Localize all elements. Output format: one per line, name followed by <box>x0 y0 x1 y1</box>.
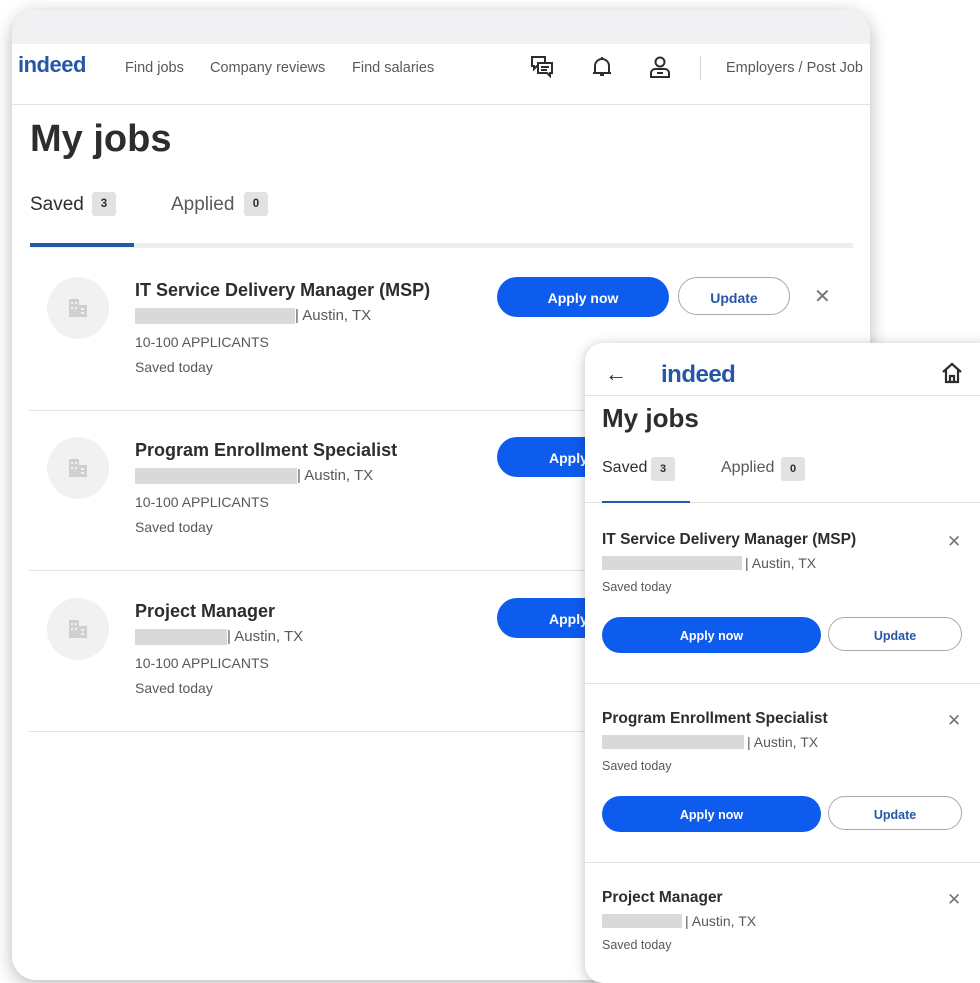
applicant-count: 10-100 APPLICANTS <box>135 334 269 350</box>
company-name-redacted <box>135 468 297 484</box>
applicant-count: 10-100 APPLICANTS <box>135 655 269 671</box>
job-title[interactable]: Project Manager <box>602 889 723 907</box>
tab-applied[interactable]: Applied <box>721 459 774 477</box>
close-icon[interactable]: ✕ <box>947 532 961 552</box>
applied-count-badge: 0 <box>781 457 805 481</box>
apply-now-button[interactable]: Apply now <box>602 617 821 653</box>
update-button[interactable]: Update <box>828 796 962 830</box>
nav-employers-post-job[interactable]: Employers / Post Job <box>726 60 863 76</box>
saved-date: Saved today <box>135 359 213 375</box>
bell-icon[interactable] <box>589 54 615 80</box>
nav-find-jobs[interactable]: Find jobs <box>125 60 184 76</box>
tab-applied[interactable]: Applied <box>171 194 234 216</box>
saved-count-badge: 3 <box>651 457 675 481</box>
job-card[interactable]: Project Manager ✕ | Austin, TX Saved tod… <box>585 862 980 983</box>
job-card[interactable]: IT Service Delivery Manager (MSP) ✕ | Au… <box>585 503 980 684</box>
browser-chrome-bar <box>12 10 870 44</box>
building-icon <box>69 620 87 638</box>
messages-icon[interactable] <box>529 54 555 80</box>
saved-date: Saved today <box>602 580 672 594</box>
job-card[interactable]: Program Enrollment Specialist ✕ | Austin… <box>585 683 980 863</box>
close-icon[interactable]: ✕ <box>947 711 961 731</box>
saved-date: Saved today <box>135 519 213 535</box>
job-location: | Austin, TX <box>297 467 374 484</box>
job-title[interactable]: Project Manager <box>135 601 275 622</box>
building-icon <box>69 299 87 317</box>
job-title[interactable]: Program Enrollment Specialist <box>602 710 828 728</box>
mobile-header: ← indeed <box>585 343 980 396</box>
tab-saved[interactable]: Saved <box>30 194 84 216</box>
job-location: | Austin, TX <box>747 734 819 750</box>
nav-divider <box>700 56 701 80</box>
nav-company-reviews[interactable]: Company reviews <box>210 60 325 76</box>
apply-now-button[interactable]: Apply now <box>602 796 821 832</box>
company-logo-placeholder <box>47 437 109 499</box>
job-location: | Austin, TX <box>295 307 372 324</box>
saved-date: Saved today <box>135 680 213 696</box>
job-title[interactable]: Program Enrollment Specialist <box>135 440 397 461</box>
saved-count-badge: 3 <box>92 192 116 216</box>
job-location: | Austin, TX <box>227 628 304 645</box>
close-icon[interactable]: ✕ <box>814 287 831 307</box>
profile-icon[interactable] <box>647 54 673 80</box>
applicant-count: 10-100 APPLICANTS <box>135 494 269 510</box>
page-title: My jobs <box>602 403 699 433</box>
job-title[interactable]: IT Service Delivery Manager (MSP) <box>602 531 856 549</box>
saved-date: Saved today <box>602 938 672 952</box>
update-button[interactable]: Update <box>678 277 790 315</box>
top-navbar: indeed Find jobs Company reviews Find sa… <box>12 44 870 105</box>
page-title: My jobs <box>30 118 172 160</box>
company-name-redacted <box>602 735 744 749</box>
company-name-redacted <box>135 629 227 645</box>
tab-track <box>30 243 853 248</box>
tab-saved[interactable]: Saved <box>602 459 647 477</box>
apply-now-button[interactable]: Apply now <box>497 277 669 317</box>
home-icon[interactable] <box>940 361 964 390</box>
job-location: | Austin, TX <box>685 913 757 929</box>
applied-count-badge: 0 <box>244 192 268 216</box>
tab-active-indicator <box>30 243 134 247</box>
company-logo-placeholder <box>47 277 109 339</box>
job-location: | Austin, TX <box>745 555 817 571</box>
indeed-logo[interactable]: indeed <box>18 52 86 78</box>
company-name-redacted <box>602 556 742 570</box>
close-icon[interactable]: ✕ <box>947 890 961 910</box>
back-arrow-icon[interactable]: ← <box>605 361 627 387</box>
building-icon <box>69 459 87 477</box>
nav-find-salaries[interactable]: Find salaries <box>352 60 434 76</box>
indeed-logo[interactable]: indeed <box>661 361 736 389</box>
mobile-window: ← indeed My jobs Saved 3 Applied 0 IT Se… <box>585 343 980 983</box>
job-title[interactable]: IT Service Delivery Manager (MSP) <box>135 280 430 301</box>
saved-date: Saved today <box>602 759 672 773</box>
company-name-redacted <box>135 308 295 324</box>
company-name-redacted <box>602 914 682 928</box>
update-button[interactable]: Update <box>828 617 962 651</box>
company-logo-placeholder <box>47 598 109 660</box>
